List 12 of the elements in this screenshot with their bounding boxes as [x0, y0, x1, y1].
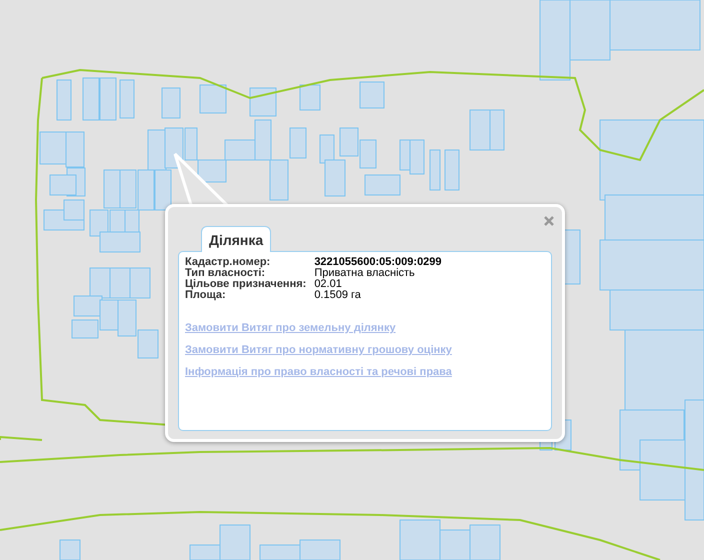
parcel-tab[interactable]: Ділянка — [201, 226, 272, 252]
field-value: Приватна власність — [314, 268, 416, 279]
field-value: 3221055600:05:009:0299 — [314, 257, 442, 268]
field-label: Тип власності: — [185, 268, 266, 279]
field-label: Площа: — [185, 290, 226, 301]
field-value: 02.01 — [314, 279, 342, 290]
extract-link[interactable]: Замовити Витяг про земельну ділянку — [185, 322, 396, 334]
field-label: Цільове призначення: — [185, 279, 306, 290]
extract-link[interactable]: Інформація про право власності та речові права — [185, 366, 452, 378]
field-label: Кадастр.номер: — [185, 257, 272, 268]
extract-link[interactable]: Замовити Витяг про нормативну грошову оцінку — [185, 344, 452, 356]
field-value: 0.1509 га — [314, 290, 362, 301]
